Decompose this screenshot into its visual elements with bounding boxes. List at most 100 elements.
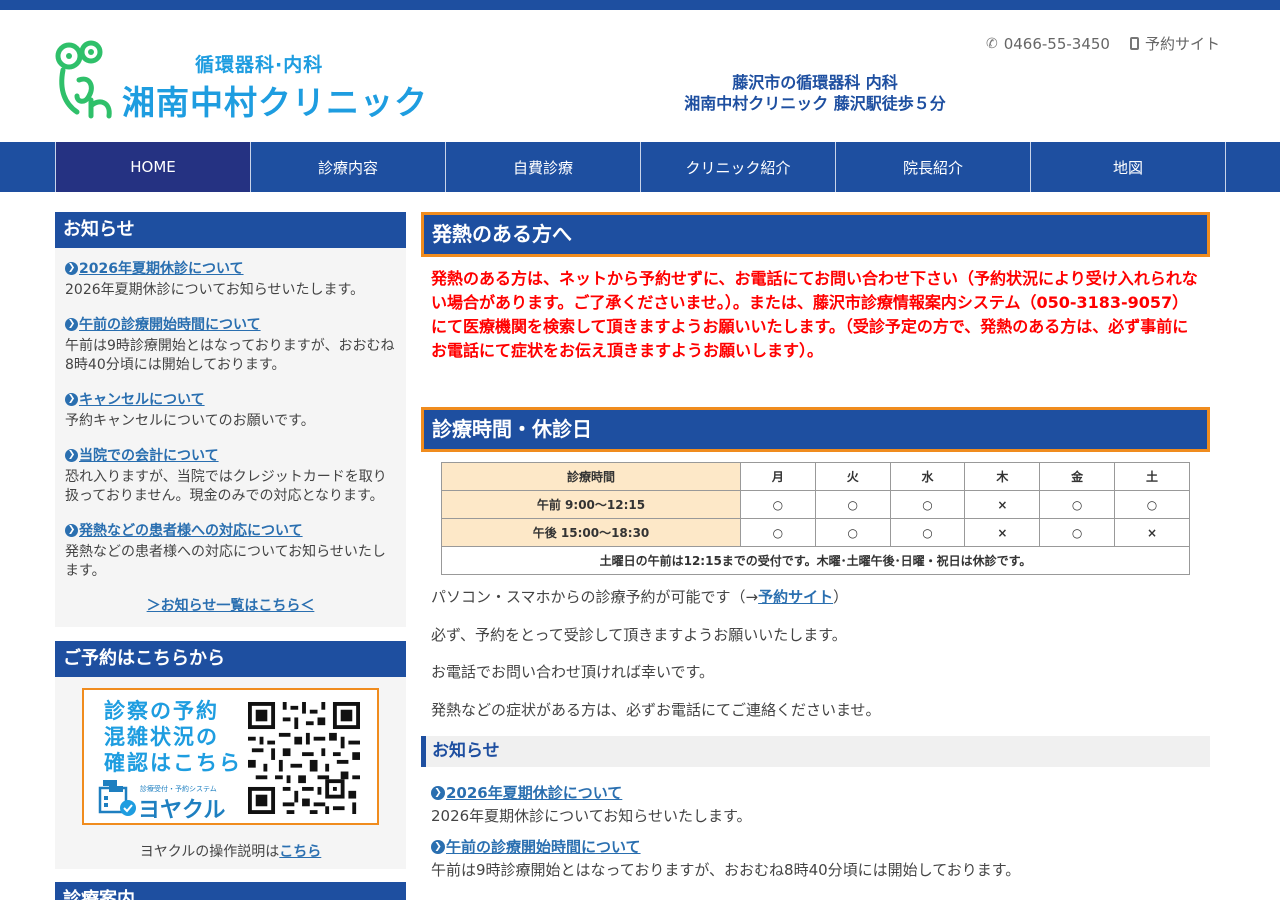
table-header-cell: 水 — [889, 462, 966, 491]
news-link[interactable]: ❯ キャンセルについて — [65, 389, 396, 409]
news-link[interactable]: ❯ 当院での会計について — [65, 445, 396, 465]
table-header-cell: 診療時間 — [441, 462, 741, 491]
qr-code-icon — [248, 702, 360, 814]
logo-clinic-name: 湘南中村クリニック — [122, 83, 428, 122]
sidebar-guide-title: 診療案内 — [55, 882, 406, 900]
reserve-site-link[interactable]: 予約サイト — [1129, 33, 1220, 54]
table-header-cell: 金 — [1039, 462, 1116, 491]
header-tagline: 藤沢市の循環器科 内科 湘南中村クリニック 藤沢駅徒歩５分 — [600, 72, 1030, 114]
reserve-paragraph: パソコン・スマホからの診療予約が可能です（→予約サイト） — [421, 587, 1210, 607]
table-header-cell: 土 — [1114, 462, 1190, 491]
phone-number: 0466-55-3450 — [1003, 34, 1110, 53]
news-desc: 午前は9時診療開始とはなっておりますが、おおむね8時40分頃には開始しております… — [65, 338, 395, 373]
table-cell: × — [964, 490, 1041, 519]
news-link[interactable]: ❯ 2026年夏期休診について — [431, 782, 1210, 803]
table-note-row: 土曜日の午前は12:15までの受付です。木曜･土曜午後･日曜・祝日は休診です。 — [441, 546, 1190, 575]
table-header-cell: 月 — [740, 462, 816, 491]
sidebar-reserve-title: ご予約はこちらから — [55, 641, 406, 677]
list-item: ❯ 当院での会計について 恐れ入りますが、当院ではクレジットカードを取り扱っており… — [65, 445, 396, 506]
sidebar-news-title: お知らせ — [55, 212, 406, 248]
news-title: 午前の診療開始時間について — [79, 317, 261, 333]
nav-clinic-intro[interactable]: クリニック紹介 — [641, 142, 836, 192]
reserve-site-label: 予約サイト — [1144, 35, 1220, 53]
main-news-title: お知らせ — [421, 736, 1210, 767]
news-title: 2026年夏期休診について — [446, 784, 623, 802]
chevron-right-icon: ❯ — [65, 392, 78, 406]
list-item: ❯ 2026年夏期休診について 2026年夏期休診についてお知らせいたします。 — [65, 258, 396, 300]
news-title: キャンセルについて — [79, 392, 205, 408]
logo-subtitle: 循環器科·内科 — [195, 54, 324, 76]
banner-brand: ヨヤクル — [138, 798, 226, 823]
chevron-right-icon: ❯ — [65, 523, 78, 537]
table-cell: ○ — [740, 518, 816, 547]
banner-line: 診察の予約 — [104, 699, 219, 723]
nav-director-intro[interactable]: 院長紹介 — [836, 142, 1031, 192]
banner-text: 診察の予約 混雑状況の 確認はこちら — [104, 698, 242, 776]
phone-link[interactable]: ✆ 0466-55-3450 — [986, 33, 1110, 54]
main-nav: HOME 診療内容 自費診療 クリニック紹介 院長紹介 地図 — [0, 142, 1280, 192]
news-link[interactable]: ❯ 発熱などの患者様への対応について — [65, 520, 396, 540]
table-cell: ○ — [740, 490, 816, 519]
news-desc: 2026年夏期休診についてお知らせいたします。 — [431, 807, 752, 825]
main-content: 発熱のある方へ 発熱のある方は、ネットから予約せずに、お電話にてお問い合わせ下さ… — [421, 212, 1210, 890]
news-link[interactable]: ❯ 午前の診療開始時間について — [65, 314, 396, 334]
header-links: ✆ 0466-55-3450 予約サイト — [986, 33, 1220, 54]
clinic-logo[interactable]: 循環器科·内科 湘南中村クリニック — [55, 40, 427, 122]
table-cell: × — [1114, 518, 1190, 547]
reserve-help-link[interactable]: こちら — [279, 844, 321, 860]
table-cell: ○ — [1114, 490, 1190, 519]
main-news-list: ❯ 2026年夏期休診について 2026年夏期休診についてお知らせいたします。 ❯… — [421, 782, 1210, 880]
frog-logo-icon — [55, 40, 112, 119]
table-row: 午後 15:00～18:30 ○ ○ ○ × ○ × — [441, 518, 1190, 547]
hours-note: 土曜日の午前は12:15までの受付です。木曜･土曜午後･日曜・祝日は休診です。 — [441, 546, 1190, 575]
news-desc: 2026年夏期休診についてお知らせいたします。 — [65, 282, 365, 298]
top-accent-bar — [0, 0, 1280, 10]
table-cell: 午後 15:00～18:30 — [441, 518, 741, 547]
news-title: 午前の診療開始時間について — [446, 838, 641, 856]
news-desc: 発熱などの患者様への対応についてお知らせいたします。 — [65, 544, 386, 579]
table-cell: ○ — [814, 490, 891, 519]
table-header-row: 診療時間 月 火 水 木 金 土 — [441, 462, 1190, 491]
news-desc: 予約キャンセルについてのお願いです。 — [65, 413, 315, 429]
table-cell: ○ — [814, 518, 891, 547]
news-desc: 午前は9時診療開始とはなっておりますが、おおむね8時40分頃には開始しております… — [431, 861, 1021, 879]
fever-section-title: 発熱のある方へ — [421, 212, 1210, 257]
list-item: ❯ 発熱などの患者様への対応について 発熱などの患者様への対応についてお知らせいた… — [65, 520, 396, 581]
nav-map[interactable]: 地図 — [1031, 142, 1226, 192]
table-cell: ○ — [1039, 518, 1116, 547]
hours-table: 診療時間 月 火 水 木 金 土 午前 9:00～12:15 ○ ○ ○ × ○… — [441, 462, 1190, 575]
hours-section-title: 診療時間・休診日 — [421, 407, 1210, 452]
chevron-right-icon: ❯ — [65, 448, 78, 462]
news-title: 2026年夏期休診について — [79, 261, 244, 277]
yoyakuru-banner[interactable]: 診察の予約 混雑状況の 確認はこちら 診療受付・予約システム ヨヤクル — [82, 688, 379, 825]
reserve-site-inline-link[interactable]: 予約サイト — [758, 588, 833, 606]
list-item: ❯ 午前の診療開始時間について 午前は9時診療開始とはなっておりますが、おおむね8… — [65, 314, 396, 375]
para-text: パソコン・スマホからの診療予約が可能です（→ — [431, 588, 759, 606]
news-list-link[interactable]: ＞お知らせ一覧はこちら＜ — [65, 595, 396, 615]
para-text: 必ず、予約をとって受診して頂きますようお願いいたします。 — [431, 626, 847, 644]
nav-self-pay[interactable]: 自費診療 — [446, 142, 641, 192]
para-text: ） — [833, 588, 849, 606]
para-text: 発熱などの症状がある方は、必ずお電話にてご連絡くださいませ。 — [431, 701, 881, 719]
news-title: 発熱などの患者様への対応について — [79, 523, 303, 539]
table-cell: ○ — [889, 490, 966, 519]
list-item: ❯ 2026年夏期休診について 2026年夏期休診についてお知らせいたします。 — [421, 782, 1210, 826]
phone-icon: ✆ — [985, 35, 998, 52]
table-cell: 午前 9:00～12:15 — [441, 490, 741, 519]
nav-services[interactable]: 診療内容 — [251, 142, 446, 192]
reserve-note-text: ヨヤクルの操作説明は — [139, 844, 280, 860]
news-desc: 恐れ入りますが、当院ではクレジットカードを取り扱っておりません。現金のみでの対応… — [65, 469, 387, 504]
nav-home[interactable]: HOME — [56, 142, 251, 192]
news-link[interactable]: ❯ 2026年夏期休診について — [65, 258, 396, 278]
reserve-box: 診察の予約 混雑状況の 確認はこちら 診療受付・予約システム ヨヤクル ヨヤクル… — [55, 677, 406, 869]
list-item: ❯ 午前の診療開始時間について 午前は9時診療開始とはなっておりますが、おおむね8… — [421, 836, 1210, 880]
tagline-line2: 湘南中村クリニック 藤沢駅徒歩５分 — [684, 94, 946, 113]
table-header-cell: 木 — [964, 462, 1041, 491]
table-cell: × — [964, 518, 1041, 547]
sidebar-news-box: ❯ 2026年夏期休診について 2026年夏期休診についてお知らせいたします。 ❯… — [55, 248, 406, 627]
para-text: お電話でお問い合わせ頂ければ幸いです。 — [431, 663, 715, 681]
reserve-note: ヨヤクルの操作説明はこちら — [55, 841, 406, 861]
list-item: ❯ キャンセルについて 予約キャンセルについてのお願いです。 — [65, 389, 396, 431]
news-link[interactable]: ❯ 午前の診療開始時間について — [431, 836, 1210, 857]
table-row: 午前 9:00～12:15 ○ ○ ○ × ○ ○ — [441, 490, 1190, 519]
